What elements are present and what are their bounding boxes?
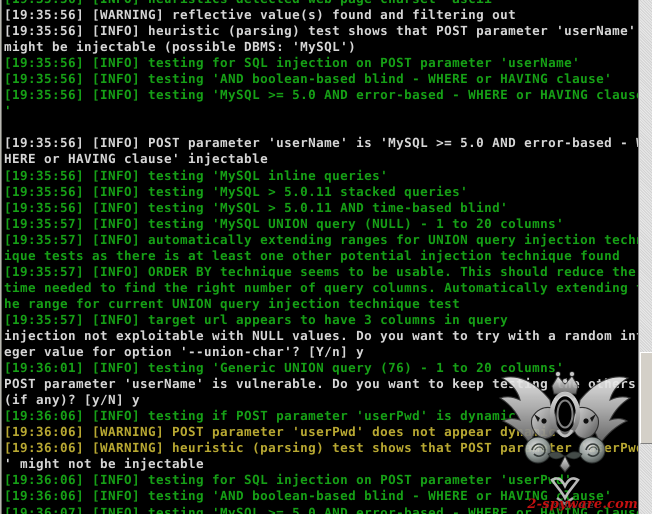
terminal-line: [19:35:56] [INFO] testing 'MySQL > 5.0.1… bbox=[4, 183, 469, 199]
terminal-line: [19:35:56] [INFO] testing 'MySQL > 5.0.1… bbox=[4, 199, 509, 215]
terminal-line: [19:35:56] [WARNING] reflective value(s)… bbox=[4, 7, 517, 23]
terminal-line: [19:36:01] [INFO] testing 'Generic UNION… bbox=[4, 360, 565, 376]
terminal-line: [19:36:06] [WARNING] POST parameter 'use… bbox=[4, 424, 557, 440]
terminal-line: [19:36:06] [WARNING] heuristic (parsing)… bbox=[4, 440, 638, 456]
terminal-line: [19:36:06] [INFO] testing for SQL inject… bbox=[4, 472, 573, 488]
vertical-scrollbar[interactable] bbox=[638, 0, 652, 514]
terminal-line: [19:35:57] [INFO] ORDER BY technique see… bbox=[4, 263, 637, 279]
terminal-line: ' bbox=[4, 103, 13, 119]
terminal-line: [19:35:56] [INFO] testing 'AND boolean-b… bbox=[4, 71, 613, 87]
terminal-line: [19:35:56] [INFO] testing 'MySQL >= 5.0 … bbox=[4, 87, 638, 103]
terminal-line: eger value for option '--union-char'? [Y… bbox=[4, 344, 365, 360]
terminal-line: [19:35:56] [INFO] testing for SQL inject… bbox=[4, 55, 581, 71]
terminal-line: ' might not be injectable bbox=[4, 456, 205, 472]
terminal-line: [19:35:56] [INFO] testing 'MySQL inline … bbox=[4, 167, 389, 183]
terminal-output: [19:35:56] [INFO] heuristics detected we… bbox=[2, 0, 638, 514]
terminal-screen: [19:35:56] [INFO] heuristics detected we… bbox=[2, 0, 638, 514]
terminal-line: [19:36:06] [INFO] testing if POST parame… bbox=[4, 408, 517, 424]
window-left-border bbox=[0, 0, 2, 514]
terminal-line: HERE or HAVING clause' injectable bbox=[4, 151, 269, 167]
terminal-line: [19:35:57] [INFO] testing 'MySQL UNION q… bbox=[4, 215, 565, 231]
terminal-line: [19:35:57] [INFO] target url appears to … bbox=[4, 311, 509, 327]
terminal-line: time needed to find the right number of … bbox=[4, 279, 638, 295]
terminal-line: he range for current UNION query injecti… bbox=[4, 295, 461, 311]
terminal-line: might be injectable (possible DBMS: 'MyS… bbox=[4, 39, 357, 55]
terminal-line: [19:35:56] [INFO] heuristics detected we… bbox=[2, 0, 638, 7]
terminal-window: [19:35:56] [INFO] heuristics detected we… bbox=[0, 0, 652, 514]
terminal-line: POST parameter 'userName' is vulnerable.… bbox=[4, 376, 637, 392]
terminal-line: [19:35:56] [INFO] heuristic (parsing) te… bbox=[4, 23, 637, 39]
terminal-line: [19:35:56] [INFO] POST parameter 'userNa… bbox=[4, 135, 638, 151]
terminal-line: [19:35:57] [INFO] automatically extendin… bbox=[4, 231, 638, 247]
terminal-line: ique tests as there is at least one othe… bbox=[4, 247, 621, 263]
terminal-line: (if any)? [y/N] y bbox=[4, 392, 141, 408]
scrollbar-thumb[interactable] bbox=[640, 352, 652, 444]
terminal-line: injection not exploitable with NULL valu… bbox=[4, 327, 638, 343]
